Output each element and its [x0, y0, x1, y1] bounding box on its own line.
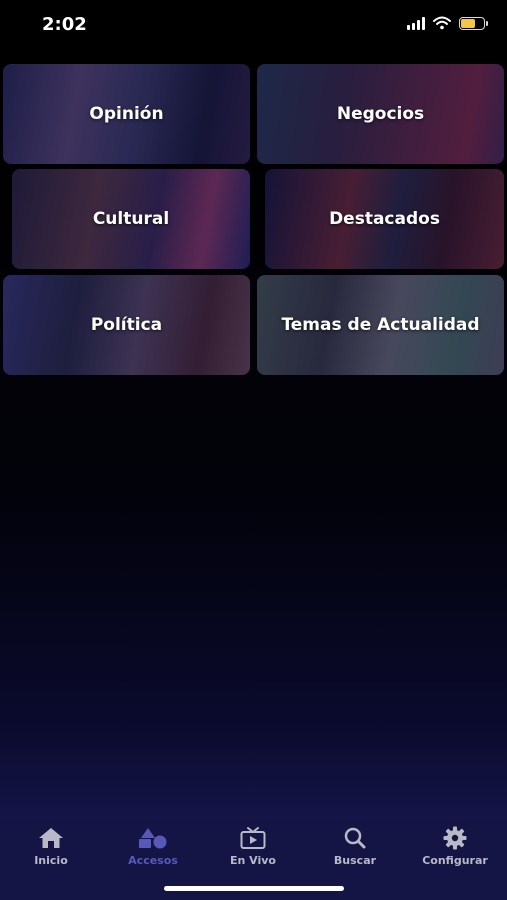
tab-label: En Vivo	[230, 854, 276, 867]
battery-icon	[459, 16, 488, 30]
gear-icon	[443, 826, 467, 850]
status-bar: 2:02	[0, 0, 507, 50]
category-label: Cultural	[92, 209, 170, 229]
status-icons	[407, 16, 488, 30]
tab-label: Inicio	[34, 854, 68, 867]
tab-configurar[interactable]: Configurar	[405, 826, 505, 867]
tab-buscar[interactable]: Buscar	[305, 826, 405, 867]
home-indicator[interactable]	[164, 886, 344, 891]
tab-accesos[interactable]: Accesos	[103, 826, 203, 867]
home-icon	[39, 828, 63, 848]
category-tile-cultural[interactable]: Cultural	[12, 169, 250, 269]
category-label: Opinión	[89, 104, 164, 124]
category-tile-negocios[interactable]: Negocios	[257, 64, 504, 164]
search-icon	[344, 827, 366, 849]
tv-icon	[240, 827, 266, 849]
status-time: 2:02	[42, 14, 87, 35]
wifi-icon	[433, 16, 451, 30]
category-label: Política	[90, 315, 163, 335]
category-tile-politica[interactable]: Política	[3, 275, 250, 375]
tab-label: Configurar	[422, 854, 488, 867]
tab-en-vivo[interactable]: En Vivo	[203, 826, 303, 867]
category-tile-destacados[interactable]: Destacados	[265, 169, 504, 269]
shapes-icon	[139, 828, 167, 849]
tab-inicio[interactable]: Inicio	[1, 826, 101, 867]
cellular-signal-icon	[407, 16, 425, 30]
category-label: Negocios	[336, 104, 425, 124]
category-label: Temas de Actualidad	[281, 315, 480, 335]
tab-label: Buscar	[333, 854, 377, 867]
category-label: Destacados	[329, 209, 440, 229]
tab-label: Accesos	[128, 854, 178, 867]
category-tile-temas-de-actualidad[interactable]: Temas de Actualidad	[257, 275, 504, 375]
category-tile-opinion[interactable]: Opinión	[3, 64, 250, 164]
